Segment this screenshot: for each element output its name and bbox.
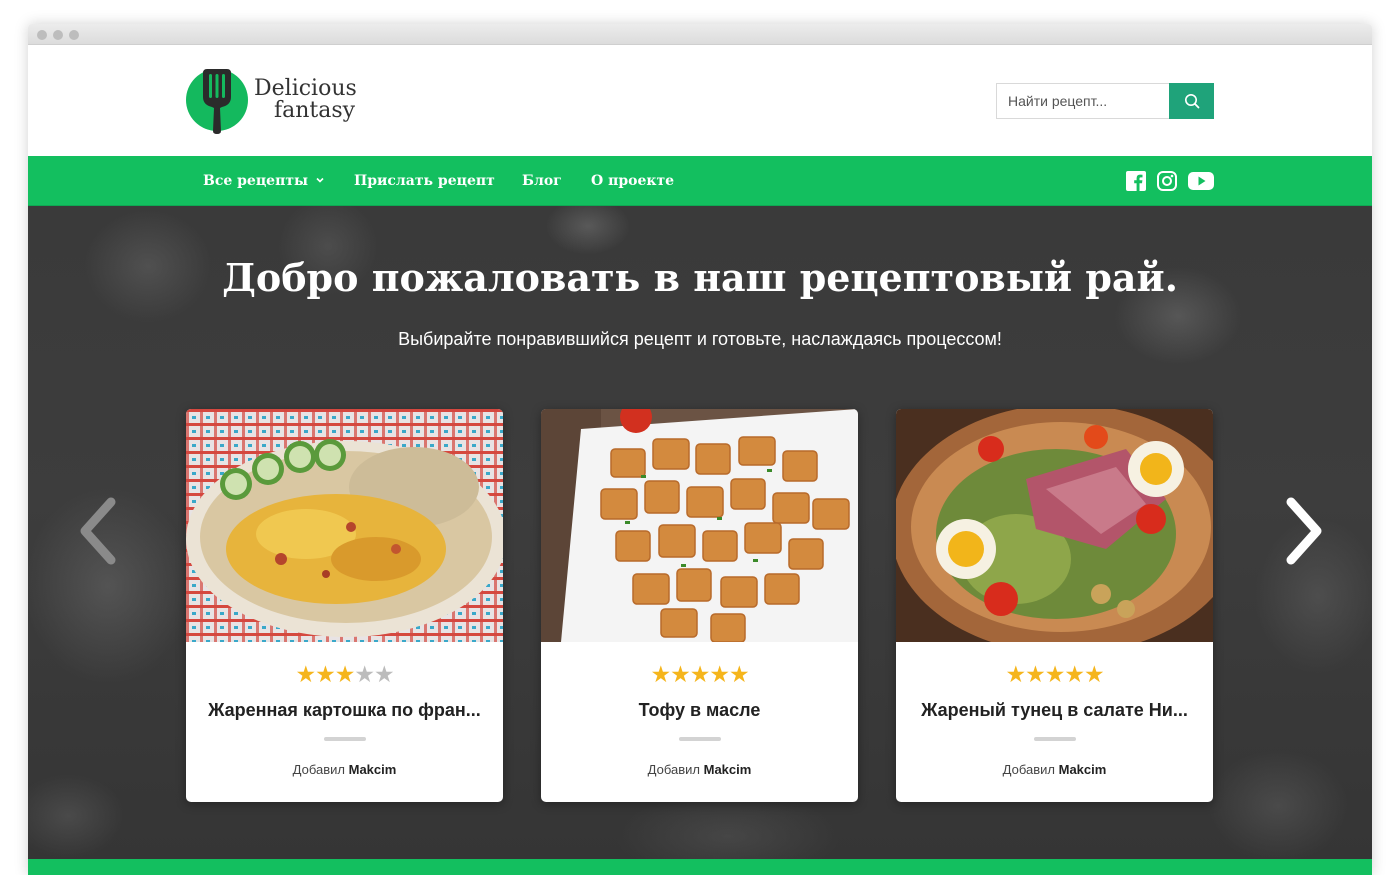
star-icon: ★ [650,661,671,687]
recipe-author: Добавил Makcim [896,762,1213,778]
window-close-dot[interactable] [37,30,47,40]
star-icon: ★ [1005,661,1026,687]
divider [679,737,721,741]
logo-text[interactable]: Delicious fantasy [254,78,357,122]
window-minimize-dot[interactable] [53,30,63,40]
star-icon: ★ [1044,661,1066,687]
recipe-card[interactable]: ★★★★★ Жареный тунец в салате Ни... Добав… [896,409,1213,802]
star-icon: ★ [670,661,691,687]
hero-title: Добро пожаловать в наш рецептовый рай. [222,255,1178,300]
star-icon: ★ [1064,661,1085,687]
author-name[interactable]: Makcim [1059,762,1107,777]
window-maximize-dot[interactable] [69,30,79,40]
rating-stars: ★★★★★ [896,662,1213,686]
youtube-icon[interactable] [1188,170,1214,192]
nav-item-about[interactable]: О проекте [591,156,674,206]
star-icon: ★ [315,661,336,687]
footer-strip [28,859,1372,875]
recipe-author: Добавил Makcim [541,762,858,778]
recipe-author: Добавил Makcim [186,762,503,778]
rating-stars: ★★★★★ [186,662,503,686]
recipe-image-potatoes[interactable] [186,409,503,642]
star-empty-icon: ★ [373,661,395,687]
recipe-title[interactable]: Жареный тунец в салате Ни... [912,699,1197,721]
star-icon: ★ [709,661,730,687]
star-icon: ★ [728,661,750,687]
author-name[interactable]: Makcim [349,762,397,777]
nav-item-submit-recipe[interactable]: Прислать рецепт [354,156,495,206]
logo-line-1: Delicious [254,76,357,101]
chevron-right-icon[interactable] [1279,496,1329,566]
main-navigation: Все рецепты Прислать рецепт Блог О проек… [28,156,1372,206]
chevron-left-icon[interactable] [73,496,123,566]
star-icon: ★ [1083,661,1105,687]
nav-item-blog[interactable]: Блог [522,156,562,206]
divider [1034,737,1076,741]
star-icon: ★ [334,661,356,687]
recipe-title[interactable]: Жаренная картошка по фран... [202,699,487,721]
star-icon: ★ [689,661,711,687]
hero-section: Добро пожаловать в наш рецептовый рай. В… [28,206,1372,859]
chevron-down-icon[interactable] [314,174,326,186]
author-prefix: Добавил [292,762,345,777]
recipe-image-tofu[interactable] [541,409,858,642]
star-empty-icon: ★ [354,661,375,687]
facebook-icon[interactable] [1126,170,1146,192]
search-form [996,83,1214,119]
search-button[interactable] [1169,83,1214,119]
recipe-card[interactable]: ★★★★★ Тофу в масле Добавил Makcim [541,409,858,802]
rating-stars: ★★★★★ [541,662,858,686]
browser-title-bar [28,24,1372,45]
author-name[interactable]: Makcim [704,762,752,777]
instagram-icon[interactable] [1157,170,1177,192]
search-input[interactable] [996,83,1169,119]
star-icon: ★ [295,661,316,687]
hero-subtitle: Выбирайте понравившийся рецепт и готовьт… [398,329,1002,349]
search-icon [1184,94,1199,109]
browser-window: Delicious fantasy Все рецепты Прислать р… [28,24,1372,875]
recipe-image-tuna-salad[interactable] [896,409,1213,642]
author-prefix: Добавил [1002,762,1055,777]
author-prefix: Добавил [647,762,700,777]
nav-item-all-recipes[interactable]: Все рецепты [203,156,308,206]
recipe-card[interactable]: ★★★★★ Жаренная картошка по фран... Добав… [186,409,503,802]
star-icon: ★ [1025,661,1046,687]
site-header: Delicious fantasy [28,45,1372,156]
logo-line-2: fantasy [274,98,356,123]
divider [324,737,366,741]
spatula-icon [203,69,231,134]
recipe-title[interactable]: Тофу в масле [557,699,842,721]
